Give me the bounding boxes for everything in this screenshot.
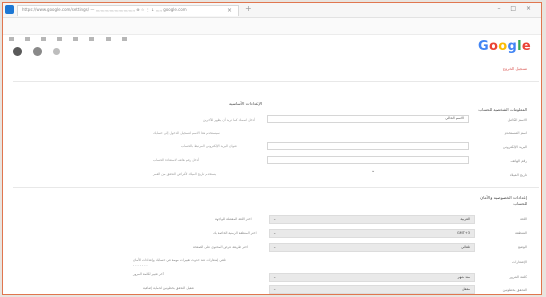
mode-value: تلقائي — [461, 245, 470, 249]
section1-heading: المعلومات الشخصية للحساب — [478, 107, 527, 112]
account-icon[interactable] — [13, 47, 22, 56]
row-desc-name: أدخل اسمك كما تريد أن يظهر للآخرين — [203, 118, 255, 122]
row-desc-mode: اختر طريقة عرض المحتوى على الصفحة — [193, 245, 248, 249]
2fa-field[interactable]: ⌄ مفعل — [269, 285, 475, 294]
row-label-phone: رقم الهاتف — [510, 159, 527, 163]
row-desc-username: سيستخدم هذا الاسم لتسجيل الدخول إلى حساب… — [153, 131, 220, 135]
row-label-birthdate: تاريخ الميلاد — [509, 173, 527, 177]
browser-icon — [5, 5, 14, 14]
row-desc-password: آخر تغيير لكلمة المرور — [133, 272, 164, 276]
app-icons — [13, 41, 66, 60]
language-value: العربية — [460, 217, 470, 221]
password-value: منذ شهر — [457, 275, 470, 279]
row-label-name: الاسم الكامل — [507, 118, 527, 122]
row-label-2fa: التحقق بخطوتين — [502, 288, 527, 292]
browser-tab[interactable]: https://www.google.com/settings/ — ,,,,,… — [17, 5, 239, 16]
chevron-down-icon[interactable]: ⌄ — [371, 168, 375, 174]
row-desc-birthdate: يستخدم تاريخ الميلاد لأغراض التحقق من ال… — [153, 172, 217, 176]
row-label-email: البريد الإلكتروني — [502, 145, 527, 149]
chevron-down-icon: ⌄ — [273, 286, 277, 291]
phone-input[interactable] — [267, 156, 469, 164]
divider — [13, 81, 539, 82]
google-logo: Google — [478, 39, 531, 54]
row-label-notifications: الإشعارات — [511, 260, 527, 264]
browser-window: https://www.google.com/settings/ — ,,,,,… — [2, 2, 542, 295]
row-desc-language: اختر اللغة المفضلة للواجهة — [215, 217, 252, 221]
chevron-down-icon: ⌄ — [273, 230, 277, 235]
gear-icon[interactable] — [33, 47, 43, 56]
name-input-value: الاسم الحالي — [445, 116, 464, 120]
row-label-username: اسم المستخدم — [504, 131, 527, 135]
window-controls[interactable]: – □ × — [497, 5, 535, 12]
section2-sub: للحساب — [513, 201, 527, 206]
sign-out-link[interactable]: تسجيل الخروج — [503, 66, 527, 71]
tab-close-icon[interactable]: × — [227, 7, 232, 15]
divider — [13, 187, 539, 188]
page-content: Google تسجيل الخروج الإعدادات الأساسية ا… — [3, 35, 541, 294]
row-desc-region: اختر المنطقة الزمنية الخاصة بك — [213, 231, 257, 235]
toolbar — [3, 26, 541, 41]
row-label-mode: الوضع — [518, 245, 527, 249]
row-desc-phone: أدخل رقم هاتف لاستعادة الحساب — [153, 158, 200, 162]
chevron-down-icon: ⌄ — [273, 244, 277, 249]
tab-title: https://www.google.com/settings/ — ,,,,,… — [22, 7, 187, 12]
row-label-password: كلمة المرور — [509, 275, 527, 279]
2fa-value: مفعل — [462, 287, 470, 291]
row-desc-2fa: تفعيل التحقق بخطوتين لحماية إضافية — [143, 286, 194, 290]
new-tab-button[interactable]: + — [245, 5, 252, 13]
row-desc-email: عنوان البريد الإلكتروني المرتبط بالحساب — [181, 144, 238, 148]
title-bar: https://www.google.com/settings/ — ,,,,,… — [3, 3, 541, 18]
name-input[interactable]: الاسم الحالي — [267, 115, 469, 123]
password-field[interactable]: ⌄ منذ شهر — [269, 273, 475, 282]
language-select[interactable]: ⌄ العربية — [269, 215, 475, 224]
row-desc-notifications-2: - - - - - - - — [133, 263, 148, 267]
section2-title: إعدادات الخصوصية والأمان — [480, 195, 527, 200]
mode-select[interactable]: ⌄ تلقائي — [269, 243, 475, 252]
chevron-down-icon: ⌄ — [273, 216, 277, 221]
row-label-region: المنطقة — [515, 231, 527, 235]
row-label-language: اللغة — [520, 217, 527, 221]
region-select[interactable]: ⌄ GMT+3 — [269, 229, 475, 238]
help-icon[interactable] — [53, 48, 61, 55]
email-input[interactable] — [267, 142, 469, 150]
chevron-down-icon: ⌄ — [273, 274, 277, 279]
section1-title: الإعدادات الأساسية — [229, 101, 263, 106]
row-desc-notifications: تلقي إشعارات عند حدوث تغييرات مهمة في حس… — [133, 258, 226, 262]
menu-bar: File Edit View History Tools Help — [3, 18, 541, 34]
region-value: GMT+3 — [456, 231, 470, 235]
